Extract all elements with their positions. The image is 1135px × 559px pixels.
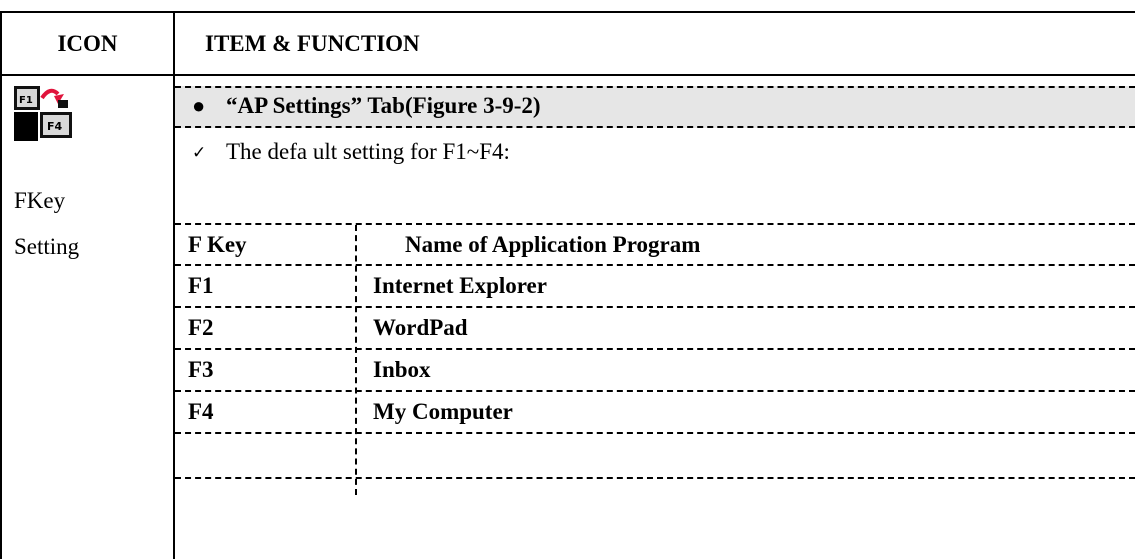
checkmark-icon: ✓ [192,143,207,162]
default-setting-text: The defa ult setting for F1~F4: [226,139,510,164]
table-row-program: Inbox [373,357,431,382]
table-row-key: F1 [188,273,214,298]
table-row-key: F2 [188,315,214,340]
section-title: “AP Settings” Tab(Figure 3-9-2) [226,93,541,118]
header-rule [0,74,1135,76]
item-label-line2: Setting [14,234,80,259]
table-column-rule [355,225,357,495]
left-rule [0,11,2,559]
table-rule [175,306,1135,308]
svg-text:F4: F4 [47,120,63,133]
table-row-program: Internet Explorer [373,273,547,298]
icon-column-header: ICON [57,30,118,56]
table-row-key: F4 [188,399,214,424]
table-row-program: WordPad [373,315,468,340]
item-column-header: ITEM & FUNCTION [205,30,420,56]
function-table: ICON ITEM & FUNCTION F1 F4 FKey Setting … [0,0,1135,559]
bullet-icon: ● [192,93,206,118]
table-rule [175,477,1135,479]
table-rule [175,348,1135,350]
table-rule [175,432,1135,434]
fkey-setting-icon: F1 F4 [14,86,74,141]
table-rule [175,390,1135,392]
table-header-fkey: F Key [188,232,247,257]
item-label-line1: FKey [14,188,66,213]
table-row-program: My Computer [373,399,513,424]
svg-text:F1: F1 [19,95,33,106]
table-row-key: F3 [188,357,214,382]
table-header-program: Name of Application Program [405,232,701,257]
